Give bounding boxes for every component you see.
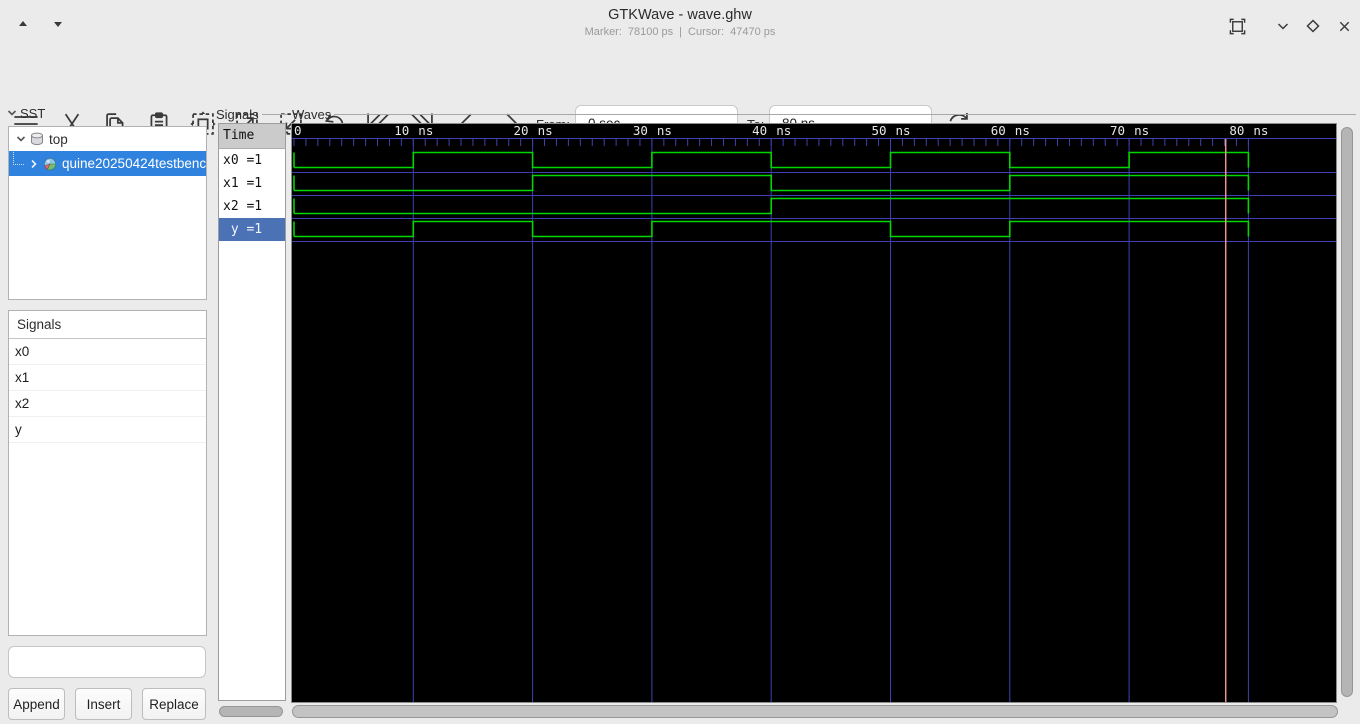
svg-text:30: 30 (633, 124, 648, 138)
waves-vscrollbar-thumb[interactable] (1341, 127, 1353, 697)
frame-line (261, 114, 287, 115)
cursor-label: Cursor: (688, 26, 725, 38)
signal-names-panel: Time x0 =1 x1 =1 x2 =1 y =1 (218, 123, 286, 701)
svg-text:ns: ns (1134, 124, 1149, 138)
sst-header[interactable]: SST (4, 105, 45, 121)
search-input[interactable] (17, 653, 197, 671)
diamond-icon (1306, 19, 1320, 33)
window-status: Marker: 78100 ps | Cursor: 47470 ps (0, 26, 1360, 38)
close-button[interactable] (1331, 13, 1357, 39)
svg-text:0: 0 (294, 124, 302, 138)
replace-button[interactable]: Replace (142, 688, 206, 720)
svg-text:ns: ns (1253, 124, 1268, 138)
list-item-x2[interactable]: x2 (9, 391, 206, 417)
sst-label: SST (20, 105, 46, 121)
sst-signals-list-header: Signals (9, 311, 206, 339)
signal-row-x2[interactable]: x2 =1 (219, 195, 285, 218)
svg-text:10: 10 (394, 124, 409, 138)
svg-text:50: 50 (871, 124, 886, 138)
tree-item-top[interactable]: top (9, 127, 206, 151)
marker-label: Marker: (584, 26, 622, 38)
waves-vscrollbar[interactable] (1340, 127, 1355, 701)
tree-guide-line (13, 151, 24, 165)
marker-value: 78100 ps (627, 26, 674, 38)
svg-text:60: 60 (991, 124, 1006, 138)
signal-row-y[interactable]: y =1 (219, 218, 285, 241)
svg-text:ns: ns (776, 124, 791, 138)
cursor-value: 47470 ps (730, 26, 776, 38)
svg-text:ns: ns (657, 124, 672, 138)
list-item-y[interactable]: y (9, 417, 206, 443)
fit-window-button[interactable] (1224, 13, 1250, 39)
expander-right-icon[interactable] (26, 156, 42, 172)
insert-button[interactable]: Insert (75, 688, 132, 720)
status-separator: | (679, 26, 683, 38)
minimize-button[interactable] (1270, 13, 1296, 39)
wave-canvas[interactable]: 0 10 ns 20 ns 30 ns 40 ns 50 ns 60 ns 70 ns 80 ns (291, 123, 1337, 703)
frame-line (334, 114, 1356, 115)
chevron-down-icon (1277, 23, 1289, 30)
expander-down-icon[interactable] (13, 131, 29, 147)
waves-frame-label: Waves (292, 107, 1356, 122)
titlebar: GTKWave - wave.ghw Marker: 78100 ps | Curso… (0, 0, 1360, 47)
tree-item-label: quine20250424testbench (62, 156, 206, 171)
close-icon (1339, 21, 1349, 31)
gtkwave-window: GTKWave - wave.ghw Marker: 78100 ps | Curso… (0, 0, 1360, 724)
list-item-x1[interactable]: x1 (9, 365, 206, 391)
tree-item-testbench[interactable]: quine20250424testbench (9, 151, 206, 176)
signal-search-box[interactable] (8, 646, 206, 678)
list-item-x0[interactable]: x0 (9, 339, 206, 365)
svg-text:ns: ns (538, 124, 553, 138)
waves-hscrollbar[interactable] (292, 705, 1342, 719)
sst-signals-list: Signals x0 x1 x2 y (8, 310, 207, 636)
svg-text:80: 80 (1229, 124, 1244, 138)
signals-panel-title: Signals (216, 107, 259, 122)
svg-text:40: 40 (752, 124, 767, 138)
waves-panel-title: Waves (292, 107, 332, 122)
waveform-plot: 0 10 ns 20 ns 30 ns 40 ns 50 ns 60 ns 70 ns 80 ns (292, 124, 1336, 702)
signal-row-x1[interactable]: x1 =1 (219, 172, 285, 195)
svg-text:ns: ns (418, 124, 433, 138)
signal-row-x0[interactable]: x0 =1 (219, 149, 285, 172)
window-title: GTKWave - wave.ghw (608, 7, 752, 23)
sst-tree: top quine20250424testbench (8, 126, 207, 300)
svg-text:20: 20 (514, 124, 529, 138)
svg-text:70: 70 (1110, 124, 1125, 138)
signals-frame-label: Signals (216, 107, 287, 122)
sst-expander-icon (4, 105, 20, 121)
append-button[interactable]: Append (8, 688, 65, 720)
module-sphere-icon (43, 157, 57, 170)
names-hscrollbar-thumb[interactable] (219, 706, 283, 717)
waves-hscrollbar-thumb[interactable] (292, 705, 1338, 718)
names-hscrollbar[interactable] (219, 706, 285, 718)
toolbar: From: To: (0, 48, 1360, 141)
title-block: GTKWave - wave.ghw Marker: 78100 ps | Curso… (0, 7, 1360, 38)
fit-window-icon (1229, 18, 1245, 34)
time-header[interactable]: Time (219, 124, 285, 149)
svg-text:ns: ns (1015, 124, 1030, 138)
svg-text:ns: ns (896, 124, 911, 138)
maximize-button[interactable] (1300, 13, 1326, 39)
cylinder-scope-icon (31, 132, 43, 146)
tree-item-label: top (49, 131, 68, 147)
